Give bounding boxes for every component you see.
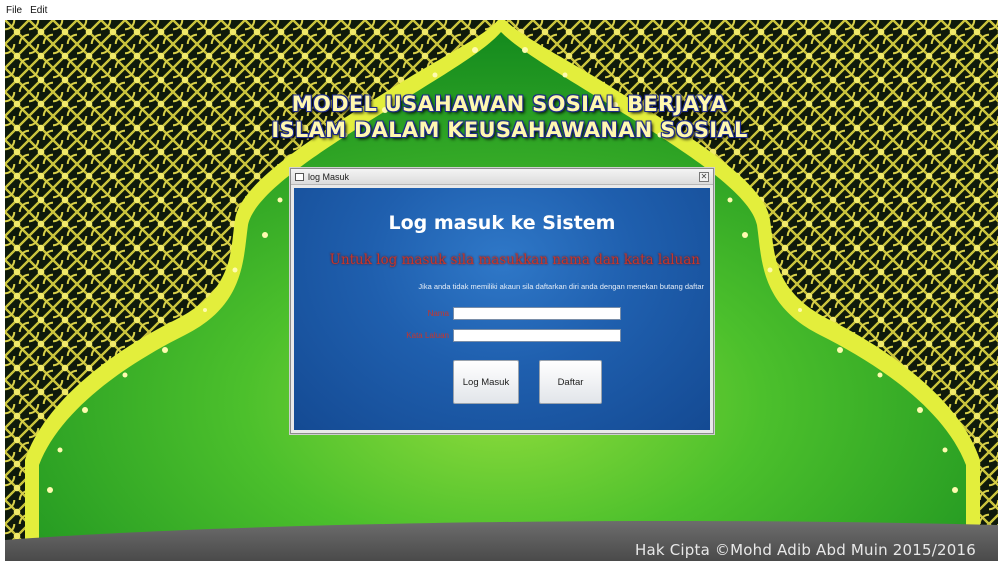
password-label: Kata Laluan [406, 331, 449, 340]
password-input[interactable] [453, 329, 621, 342]
register-button[interactable]: Daftar [539, 360, 602, 404]
menu-file[interactable]: File [6, 5, 22, 16]
headline-line1: MODEL USAHAWAN SOSIAL BERJAYA [291, 92, 728, 116]
headline-line2: ISLAM DALAM KEUSAHAWANAN SOSIAL [271, 118, 748, 142]
login-window-title: log Masuk [308, 171, 350, 182]
login-heading: Log masuk ke Sistem [388, 212, 616, 234]
login-button[interactable]: Log Masuk [453, 360, 519, 404]
login-panel: Log masuk ke Sistem Untuk log masuk sila… [294, 188, 710, 430]
name-input[interactable] [453, 307, 621, 320]
menu-edit[interactable]: Edit [30, 5, 47, 16]
menu-bar: File Edit [0, 0, 1002, 20]
register-note: Jika anda tidak memiliki akaun sila daft… [418, 282, 704, 291]
close-icon[interactable]: ✕ [699, 172, 709, 182]
login-subheading: Untuk log masuk sila masukkan nama dan k… [329, 252, 700, 268]
login-window-titlebar[interactable]: log Masuk ✕ [291, 169, 713, 185]
login-window: log Masuk ✕ Log masuk ke Sistem Untuk lo… [290, 168, 714, 434]
name-label: Nama [427, 309, 449, 318]
window-icon [295, 172, 304, 181]
copyright-text: Hak Cipta ©Mohd Adib Abd Muin 2015/2016 [635, 541, 976, 559]
